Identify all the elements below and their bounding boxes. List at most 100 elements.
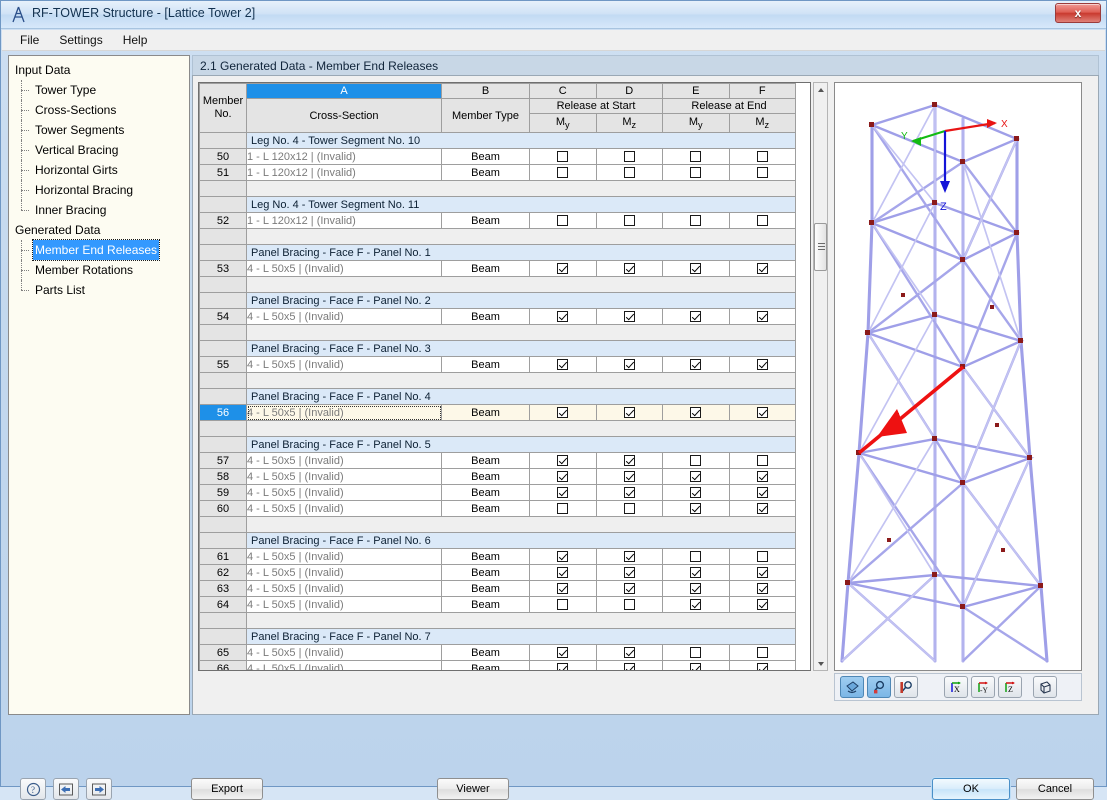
view-x-icon[interactable]: X <box>944 676 968 698</box>
release-end-my-checkbox[interactable] <box>690 471 701 482</box>
release-start-my-checkbox[interactable] <box>557 359 568 370</box>
member-type-cell[interactable]: Beam <box>442 213 530 229</box>
row-number-cell[interactable]: 54 <box>200 309 247 325</box>
checkbox-cell[interactable] <box>596 261 663 277</box>
cross-section-cell[interactable]: 1 - L 120x12 | (Invalid) <box>247 165 442 181</box>
row-number-cell[interactable]: 66 <box>200 661 247 672</box>
checkbox-cell[interactable] <box>530 501 597 517</box>
cross-section-cell[interactable]: 4 - L 50x5 | (Invalid) <box>247 661 442 672</box>
row-number-cell[interactable]: 62 <box>200 565 247 581</box>
member-type-cell[interactable]: Beam <box>442 549 530 565</box>
checkbox-cell[interactable] <box>596 213 663 229</box>
table-row[interactable]: 604 - L 50x5 | (Invalid)Beam <box>200 501 796 517</box>
release-start-my-checkbox[interactable] <box>557 471 568 482</box>
checkbox-cell[interactable] <box>530 405 597 421</box>
tower-3d-view[interactable]: X Y Z <box>834 82 1082 671</box>
column-letter-d[interactable]: D <box>596 84 663 99</box>
checkbox-cell[interactable] <box>663 149 730 165</box>
release-start-mz-checkbox[interactable] <box>624 583 635 594</box>
sidebar-item-parts-list[interactable]: Parts List <box>13 280 187 300</box>
release-end-mz-checkbox[interactable] <box>757 471 768 482</box>
checkbox-cell[interactable] <box>663 357 730 373</box>
checkbox-cell[interactable] <box>663 309 730 325</box>
release-end-mz-checkbox[interactable] <box>757 359 768 370</box>
checkbox-cell[interactable] <box>596 309 663 325</box>
table-row[interactable]: 594 - L 50x5 | (Invalid)Beam <box>200 485 796 501</box>
checkbox-cell[interactable] <box>663 565 730 581</box>
member-type-cell[interactable]: Beam <box>442 565 530 581</box>
checkbox-cell[interactable] <box>663 661 730 672</box>
cross-section-cell[interactable]: 4 - L 50x5 | (Invalid) <box>247 645 442 661</box>
row-number-cell[interactable]: 57 <box>200 453 247 469</box>
cross-section-cell[interactable]: 4 - L 50x5 | (Invalid) <box>247 485 442 501</box>
table-row[interactable]: 521 - L 120x12 | (Invalid)Beam <box>200 213 796 229</box>
member-type-cell[interactable]: Beam <box>442 469 530 485</box>
release-start-my-checkbox[interactable] <box>557 551 568 562</box>
checkbox-cell[interactable] <box>596 597 663 613</box>
member-type-cell[interactable]: Beam <box>442 453 530 469</box>
scroll-up-button[interactable] <box>814 83 827 96</box>
member-type-cell[interactable]: Beam <box>442 501 530 517</box>
release-start-mz-checkbox[interactable] <box>624 487 635 498</box>
release-start-my-checkbox[interactable] <box>557 167 568 178</box>
rotate-icon[interactable] <box>840 676 864 698</box>
view-iso-icon[interactable] <box>1033 676 1057 698</box>
member-type-cell[interactable]: Beam <box>442 485 530 501</box>
cross-section-cell[interactable]: 4 - L 50x5 | (Invalid) <box>247 357 442 373</box>
row-number-cell[interactable]: 59 <box>200 485 247 501</box>
release-start-my-checkbox[interactable] <box>557 151 568 162</box>
sidebar-item-tower-type[interactable]: Tower Type <box>13 80 187 100</box>
checkbox-cell[interactable] <box>530 597 597 613</box>
checkbox-cell[interactable] <box>663 485 730 501</box>
release-end-mz-checkbox[interactable] <box>757 551 768 562</box>
checkbox-cell[interactable] <box>530 213 597 229</box>
release-end-mz-checkbox[interactable] <box>757 567 768 578</box>
checkbox-cell[interactable] <box>530 453 597 469</box>
release-end-my-checkbox[interactable] <box>690 583 701 594</box>
release-end-my-checkbox[interactable] <box>690 455 701 466</box>
member-type-cell[interactable]: Beam <box>442 357 530 373</box>
member-type-cell[interactable]: Beam <box>442 405 530 421</box>
checkbox-cell[interactable] <box>663 645 730 661</box>
release-end-my-checkbox[interactable] <box>690 151 701 162</box>
member-type-cell[interactable]: Beam <box>442 165 530 181</box>
column-letter-f[interactable]: F <box>729 84 796 99</box>
release-end-mz-checkbox[interactable] <box>757 407 768 418</box>
release-start-mz-checkbox[interactable] <box>624 151 635 162</box>
row-number-cell[interactable]: 56 <box>200 405 247 421</box>
row-number-cell[interactable]: 63 <box>200 581 247 597</box>
checkbox-cell[interactable] <box>663 549 730 565</box>
release-start-my-checkbox[interactable] <box>557 215 568 226</box>
checkbox-cell[interactable] <box>530 661 597 672</box>
release-end-mz-checkbox[interactable] <box>757 583 768 594</box>
member-type-cell[interactable]: Beam <box>442 661 530 672</box>
member-type-cell[interactable]: Beam <box>442 645 530 661</box>
checkbox-cell[interactable] <box>596 469 663 485</box>
cross-section-cell[interactable]: 4 - L 50x5 | (Invalid) <box>247 309 442 325</box>
table-row[interactable]: 644 - L 50x5 | (Invalid)Beam <box>200 597 796 613</box>
table-row[interactable]: 654 - L 50x5 | (Invalid)Beam <box>200 645 796 661</box>
sidebar-item-horizontal-bracing[interactable]: Horizontal Bracing <box>13 180 187 200</box>
table-row[interactable]: 664 - L 50x5 | (Invalid)Beam <box>200 661 796 672</box>
checkbox-cell[interactable] <box>530 581 597 597</box>
row-number-cell[interactable]: 61 <box>200 549 247 565</box>
checkbox-cell[interactable] <box>663 405 730 421</box>
sidebar-item-tower-segments[interactable]: Tower Segments <box>13 120 187 140</box>
table-row[interactable]: 534 - L 50x5 | (Invalid)Beam <box>200 261 796 277</box>
sidebar-item-member-end-releases[interactable]: Member End Releases <box>13 240 187 260</box>
table-body[interactable]: Leg No. 4 - Tower Segment No. 10501 - L … <box>200 133 796 672</box>
member-type-cell[interactable]: Beam <box>442 149 530 165</box>
release-start-my-checkbox[interactable] <box>557 407 568 418</box>
cross-section-cell[interactable]: 4 - L 50x5 | (Invalid) <box>247 261 442 277</box>
checkbox-cell[interactable] <box>596 149 663 165</box>
checkbox-cell[interactable] <box>729 165 796 181</box>
release-start-mz-checkbox[interactable] <box>624 407 635 418</box>
checkbox-cell[interactable] <box>729 213 796 229</box>
row-number-cell[interactable]: 53 <box>200 261 247 277</box>
ok-button[interactable]: OK <box>932 778 1010 800</box>
cross-section-cell[interactable]: 4 - L 50x5 | (Invalid) <box>247 453 442 469</box>
release-start-mz-checkbox[interactable] <box>624 263 635 274</box>
cross-section-cell[interactable]: 4 - L 50x5 | (Invalid) <box>247 597 442 613</box>
release-end-my-checkbox[interactable] <box>690 263 701 274</box>
release-end-my-checkbox[interactable] <box>690 567 701 578</box>
